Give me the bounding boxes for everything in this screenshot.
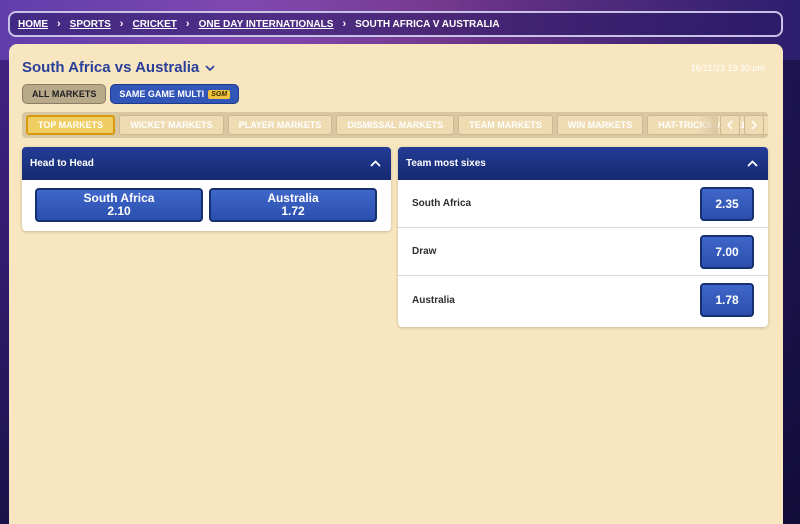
tabs-next-button[interactable] bbox=[744, 115, 764, 135]
chevron-up-icon bbox=[370, 160, 381, 167]
list-item: Australia 1.78 bbox=[398, 276, 768, 324]
tab-top-markets[interactable]: TOP MARKETS bbox=[26, 115, 116, 135]
event-title-dropdown[interactable]: South Africa vs Australia bbox=[22, 59, 215, 76]
event-panel: South Africa vs Australia 16/11/23 19:30… bbox=[9, 44, 783, 524]
chevron-right-icon: › bbox=[119, 18, 124, 30]
odds-button[interactable]: 1.78 bbox=[700, 283, 754, 317]
breadcrumb-current: SOUTH AFRICA V AUSTRALIA bbox=[355, 18, 500, 30]
breadcrumb-home[interactable]: HOME bbox=[18, 19, 48, 30]
odds-button[interactable]: 7.00 bbox=[700, 234, 754, 269]
odds-button[interactable]: 2.35 bbox=[700, 186, 754, 221]
head-to-head-card: Head to Head South Africa 2.10 Australia… bbox=[22, 147, 391, 231]
breadcrumb-cricket[interactable]: CRICKET bbox=[132, 19, 176, 30]
sgm-badge: SGM bbox=[208, 89, 231, 99]
list-item: South Africa 2.35 bbox=[398, 180, 768, 228]
head-to-head-title: Head to Head bbox=[30, 158, 94, 169]
selection-label: South Africa bbox=[412, 198, 472, 209]
odds-button-australia[interactable]: Australia 1.72 bbox=[209, 188, 377, 222]
breadcrumb: HOME › SPORTS › CRICKET › ONE DAY INTERN… bbox=[8, 11, 783, 37]
market-filters: ALL MARKETS SAME GAME MULTI SGM bbox=[22, 84, 240, 104]
list-item: Draw 7.00 bbox=[398, 228, 768, 276]
tab-player-markets[interactable]: PLAYER MARKETS bbox=[227, 115, 333, 135]
tab-wicket-markets[interactable]: WICKET MARKETS bbox=[119, 115, 224, 135]
breadcrumb-odi[interactable]: ONE DAY INTERNATIONALS bbox=[199, 19, 334, 30]
odds-button-south-africa[interactable]: South Africa 2.10 bbox=[35, 188, 203, 222]
event-datetime: 16/11/23 19:30 pm bbox=[690, 63, 765, 73]
odds-value: 2.10 bbox=[107, 204, 131, 218]
chevron-up-icon bbox=[747, 160, 758, 167]
head-to-head-options: South Africa 2.10 Australia 1.72 bbox=[22, 180, 391, 222]
tabs-prev-button[interactable] bbox=[720, 115, 740, 135]
tab-win-markets[interactable]: WIN MARKETS bbox=[556, 115, 644, 135]
team-most-sixes-title: Team most sixes bbox=[406, 158, 486, 169]
chevron-left-icon bbox=[727, 120, 733, 130]
market-tabs: TOP MARKETS WICKET MARKETS PLAYER MARKET… bbox=[22, 112, 768, 138]
tab-dismissal-markets[interactable]: DISMISSAL MARKETS bbox=[336, 115, 455, 135]
page-title: South Africa vs Australia bbox=[22, 59, 200, 76]
breadcrumb-sports[interactable]: SPORTS bbox=[70, 19, 111, 30]
chevron-right-icon bbox=[751, 120, 757, 130]
team-most-sixes-card: Team most sixes South Africa 2.35 Draw 7… bbox=[398, 147, 768, 327]
chevron-down-icon bbox=[205, 65, 215, 71]
selection-label: Draw bbox=[412, 246, 437, 257]
chevron-right-icon: › bbox=[185, 18, 190, 30]
all-markets-button[interactable]: ALL MARKETS bbox=[22, 84, 107, 104]
tabs-fade bbox=[698, 112, 718, 138]
chevron-right-icon: › bbox=[342, 18, 347, 30]
same-game-multi-button[interactable]: SAME GAME MULTI SGM bbox=[110, 84, 240, 104]
tab-team-markets[interactable]: TEAM MARKETS bbox=[458, 115, 553, 135]
odds-value: 1.72 bbox=[281, 204, 305, 218]
chevron-right-icon: › bbox=[57, 18, 61, 30]
same-game-multi-label: SAME GAME MULTI bbox=[119, 89, 205, 99]
team-most-sixes-header[interactable]: Team most sixes bbox=[398, 147, 768, 180]
head-to-head-header[interactable]: Head to Head bbox=[22, 147, 391, 180]
selection-label: Australia bbox=[412, 294, 455, 306]
